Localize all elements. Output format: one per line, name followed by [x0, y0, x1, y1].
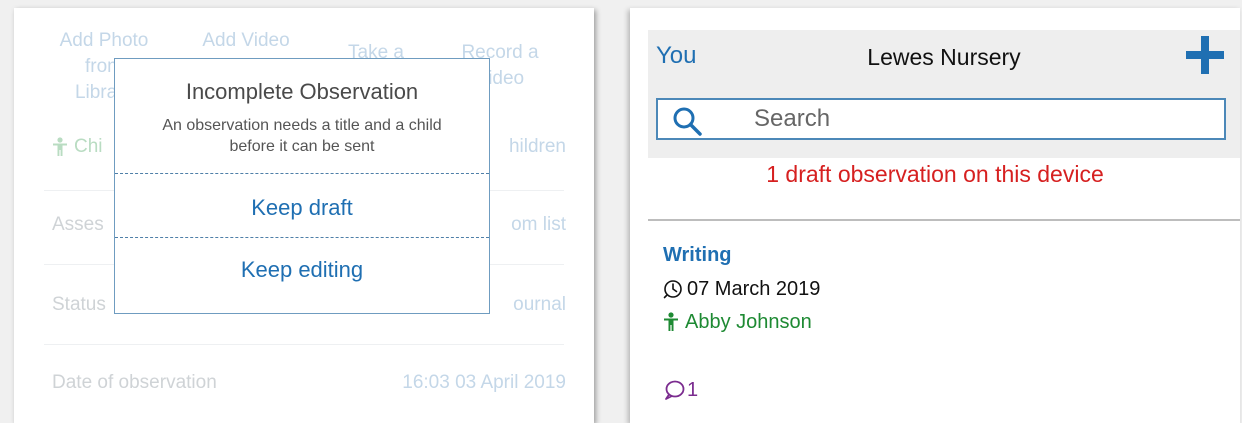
divider	[648, 219, 1240, 221]
navigation-header: You Lewes Nursery	[648, 30, 1240, 158]
dialog-message-line1: An observation needs a title and a child	[162, 117, 442, 134]
date-of-observation-value[interactable]: 16:03 03 April 2019	[402, 372, 566, 394]
clock-icon	[663, 280, 682, 299]
observations-list-screen: You Lewes Nursery 1 draft observation on…	[630, 8, 1240, 423]
child-icon	[664, 312, 678, 331]
search-input[interactable]	[754, 103, 1214, 135]
child-icon	[53, 137, 67, 156]
dialog-separator	[115, 237, 489, 238]
assessment-label: Asses	[52, 214, 104, 235]
assessment-value[interactable]: om list	[511, 214, 566, 236]
observation-child-name: Abby Johnson	[685, 310, 812, 333]
add-video-line1: Add Video	[202, 30, 290, 51]
children-value: hildren	[508, 136, 566, 157]
observation-list-item[interactable]: Writing 07 March 2019 Abby Johnson 1	[648, 226, 1240, 423]
dialog-message-line2: before it can be sent	[229, 138, 375, 155]
incomplete-observation-dialog: Incomplete Observation An observation ne…	[114, 58, 490, 314]
new-observation-screen: Add Photo from Library Add Video Take a …	[14, 8, 594, 423]
dialog-message: An observation needs a title and a child…	[125, 115, 479, 157]
observation-title: Writing	[663, 244, 732, 266]
search-bar[interactable]	[656, 98, 1226, 140]
observation-child-row: Abby Johnson	[663, 309, 812, 335]
observation-date-row: 07 March 2019	[663, 276, 820, 302]
dialog-title: Incomplete Observation	[185, 79, 419, 104]
observation-date: 07 March 2019	[687, 277, 821, 300]
page-title: Lewes Nursery	[867, 44, 1021, 70]
date-of-observation-label: Date of observation	[52, 372, 217, 393]
dialog-separator	[115, 173, 489, 174]
add-photo-line1: Add Photo	[59, 30, 149, 51]
comment-count: 1	[687, 378, 699, 401]
add-video-button[interactable]: Add Video	[186, 28, 306, 54]
children-row[interactable]: Chi	[52, 134, 103, 160]
keep-editing-button[interactable]: Keep editing	[115, 257, 489, 283]
draft-observation-banner[interactable]: 1 draft observation on this device	[630, 161, 1240, 188]
search-icon	[673, 107, 702, 136]
status-label: Status	[52, 294, 106, 315]
keep-draft-button[interactable]: Keep draft	[115, 195, 489, 221]
divider	[44, 344, 564, 345]
comment-bubble-icon	[665, 380, 685, 400]
status-value[interactable]: ournal	[513, 294, 566, 316]
add-observation-plus-icon[interactable]	[1186, 36, 1224, 74]
observation-comments[interactable]: 1	[663, 376, 698, 404]
children-label: Chi	[74, 136, 103, 157]
